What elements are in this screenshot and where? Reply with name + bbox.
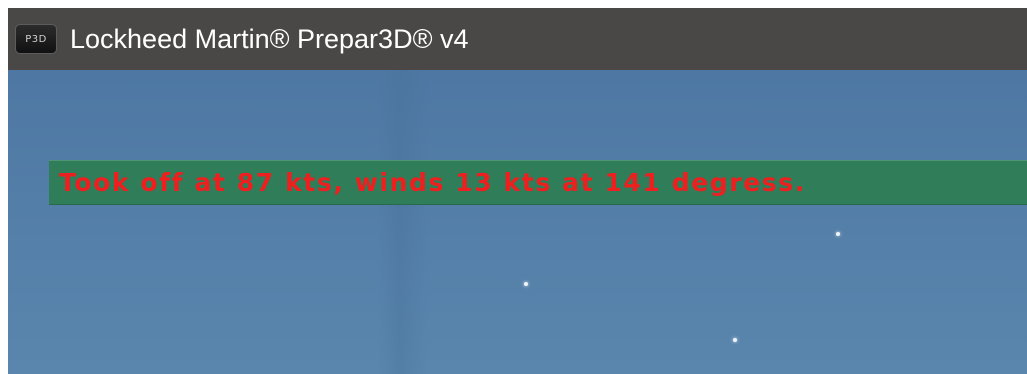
takeoff-message-bar: Took off at 87 kts, winds 13 kts at 141 … [49, 160, 1027, 205]
takeoff-message-text: Took off at 87 kts, winds 13 kts at 141 … [59, 168, 806, 197]
light-dot [733, 338, 737, 342]
prepar3d-window: P3D Lockheed Martin® Prepar3D® v4 Took o… [8, 8, 1027, 374]
p3d-app-icon[interactable]: P3D [15, 24, 57, 54]
light-dot [524, 282, 528, 286]
light-dot [836, 232, 840, 236]
simulator-viewport[interactable]: Took off at 87 kts, winds 13 kts at 141 … [8, 70, 1027, 374]
window-title: Lockheed Martin® Prepar3D® v4 [70, 23, 469, 54]
window-titlebar[interactable]: P3D Lockheed Martin® Prepar3D® v4 [8, 8, 1027, 70]
